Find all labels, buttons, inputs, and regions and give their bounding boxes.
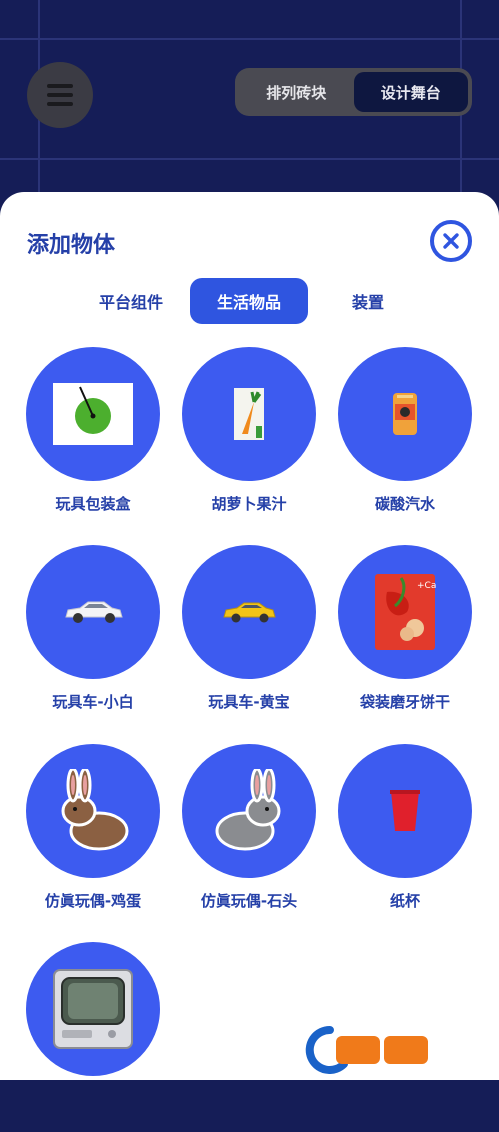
item-label: 胡萝卜果汁 <box>211 495 287 513</box>
grid-line <box>0 38 499 40</box>
carrot-juice-icon <box>234 388 264 440</box>
svg-text:+Ca: +Ca <box>417 581 436 591</box>
sheet-title: 添加物体 <box>27 233 116 258</box>
item-label: 玩具车-黄宝 <box>208 693 290 711</box>
item-circle <box>26 942 160 1076</box>
item-soda[interactable]: 碳酸汽水 <box>327 347 483 537</box>
item-circle <box>338 744 472 878</box>
item-biscuit-bag[interactable]: +Ca 袋装磨牙饼干 <box>327 545 483 735</box>
mode-switch: 排列砖块 设计舞台 <box>235 68 472 116</box>
tab-arrange-bricks[interactable]: 排列砖块 <box>239 72 354 112</box>
tab-platform-components[interactable]: 平台组件 <box>88 278 174 324</box>
tab-devices[interactable]: 装置 <box>336 278 400 324</box>
item-paper-cup[interactable]: 纸杯 <box>327 744 483 934</box>
watermark-logo <box>300 1022 495 1074</box>
item-circle <box>182 545 316 679</box>
item-circle: +Ca <box>338 545 472 679</box>
item-toy-car-white[interactable]: 玩具车-小白 <box>15 545 171 735</box>
item-carrot-juice[interactable]: 胡萝卜果汁 <box>171 347 327 537</box>
soda-can-icon <box>393 393 417 435</box>
item-circle <box>26 545 160 679</box>
item-circle <box>26 347 160 481</box>
gray-rabbit-icon <box>215 769 281 851</box>
toy-box-icon <box>53 383 133 445</box>
item-label: 袋装磨牙饼干 <box>359 693 450 711</box>
item-toy-car-yellow[interactable]: 玩具车-黄宝 <box>171 545 327 735</box>
item-circle <box>26 744 160 878</box>
item-label: 玩具车-小白 <box>52 693 134 711</box>
item-label: 纸杯 <box>389 892 420 910</box>
tab-daily-items[interactable]: 生活物品 <box>190 278 308 324</box>
item-label: 碳酸汽水 <box>374 495 435 513</box>
category-tabs: 平台组件 生活物品 装置 <box>0 278 499 324</box>
tab-design-stage[interactable]: 设计舞台 <box>353 72 468 112</box>
item-egg-doll[interactable]: 仿眞玩偶-鸡蛋 <box>15 744 171 934</box>
item-stone-doll[interactable]: 仿眞玩偶-石头 <box>171 744 327 934</box>
grid-line <box>0 158 499 160</box>
white-car-icon <box>65 601 123 623</box>
tv-icon <box>53 969 133 1049</box>
close-button[interactable] <box>430 220 472 262</box>
item-label: 玩具包装盒 <box>55 495 131 513</box>
item-circle <box>182 744 316 878</box>
hamburger-menu-icon <box>47 84 73 106</box>
biscuit-bag-icon: +Ca <box>375 574 436 650</box>
item-label: 仿眞玩偶-石头 <box>200 892 298 910</box>
item-circle <box>182 347 316 481</box>
item-label: 仿眞玩偶-鸡蛋 <box>44 892 142 910</box>
add-object-sheet: 添加物体 平台组件 生活物品 装置 玩具包装盒 胡萝卜果汁 碳酸汽水 玩具车-小… <box>0 192 499 1080</box>
yellow-car-icon <box>223 602 276 623</box>
item-tv[interactable] <box>15 942 171 1132</box>
close-circle-icon <box>443 233 459 249</box>
watermark-logo-icon <box>305 1025 428 1074</box>
menu-button[interactable] <box>27 62 93 128</box>
paper-cup-icon <box>390 790 420 831</box>
item-circle <box>338 347 472 481</box>
item-toy-box[interactable]: 玩具包装盒 <box>15 347 171 537</box>
brown-rabbit-icon <box>61 769 129 851</box>
